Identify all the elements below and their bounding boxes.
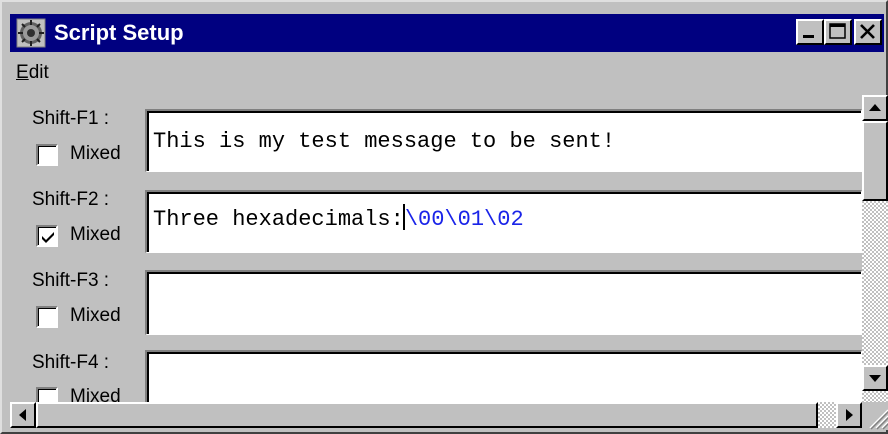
- shift-f2-mixed-label: Mixed: [70, 224, 121, 245]
- title-bar[interactable]: Script Setup: [10, 14, 884, 52]
- shift-f1-message-text: This is my test message to be sent!: [153, 129, 616, 154]
- scroll-up-button[interactable]: [862, 95, 888, 121]
- shift-f2-label: Shift-F2 :: [32, 189, 110, 210]
- menu-edit-label: dit: [28, 62, 49, 83]
- horizontal-scrollbar[interactable]: [10, 402, 862, 428]
- arrow-up-icon: [869, 104, 881, 111]
- minimize-button[interactable]: [796, 19, 824, 45]
- shift-f4-label: Shift-F4 :: [32, 352, 110, 373]
- arrow-right-icon: [846, 409, 853, 421]
- shift-f1-mixed-label: Mixed: [70, 143, 121, 164]
- scroll-down-button[interactable]: [862, 365, 888, 391]
- close-button[interactable]: [854, 19, 882, 45]
- checkmark-icon: [42, 232, 54, 243]
- shift-f2-mixed-checkbox[interactable]: [36, 225, 58, 247]
- window-title: Script Setup: [54, 20, 184, 45]
- arrow-down-icon: [869, 375, 881, 382]
- shift-f3-label: Shift-F3 :: [32, 270, 110, 291]
- menu-edit[interactable]: Edit: [16, 62, 49, 84]
- scroll-left-button[interactable]: [10, 402, 36, 428]
- arrow-left-icon: [19, 409, 26, 421]
- shift-f3-mixed-checkbox[interactable]: [36, 306, 58, 328]
- shift-f2-message-text: Three hexadecimals:\00\01\02: [153, 204, 524, 232]
- shift-f3-message-field[interactable]: [145, 270, 862, 335]
- horizontal-scroll-thumb[interactable]: [36, 402, 818, 428]
- shift-f2-message-field[interactable]: Three hexadecimals:\00\01\02: [145, 190, 862, 253]
- vertical-scrollbar[interactable]: [862, 95, 888, 403]
- minimize-icon: [803, 35, 814, 38]
- vertical-scroll-thumb[interactable]: [862, 121, 888, 201]
- shift-f4-message-field[interactable]: [145, 350, 862, 410]
- maximize-button[interactable]: [824, 19, 852, 45]
- resize-grip[interactable]: [862, 402, 888, 430]
- shift-f2-plain-text: Three hexadecimals:: [153, 207, 404, 232]
- script-setup-window: Script Setup Edit Shift-F1 : Mixed This …: [0, 0, 888, 434]
- shift-f3-mixed-label: Mixed: [70, 305, 121, 326]
- menu-edit-accelerator: E: [16, 62, 29, 83]
- close-icon: [860, 24, 875, 39]
- resize-grip-icon: [869, 409, 888, 430]
- shift-f1-message-field[interactable]: This is my test message to be sent!: [145, 109, 862, 172]
- shift-f1-mixed-checkbox[interactable]: [36, 144, 58, 166]
- shift-f2-hex-text: \00\01\02: [404, 207, 524, 232]
- app-gear-icon[interactable]: [16, 18, 46, 48]
- maximize-icon: [829, 23, 846, 39]
- scroll-right-button[interactable]: [836, 402, 862, 428]
- shift-f1-label: Shift-F1 :: [32, 108, 110, 129]
